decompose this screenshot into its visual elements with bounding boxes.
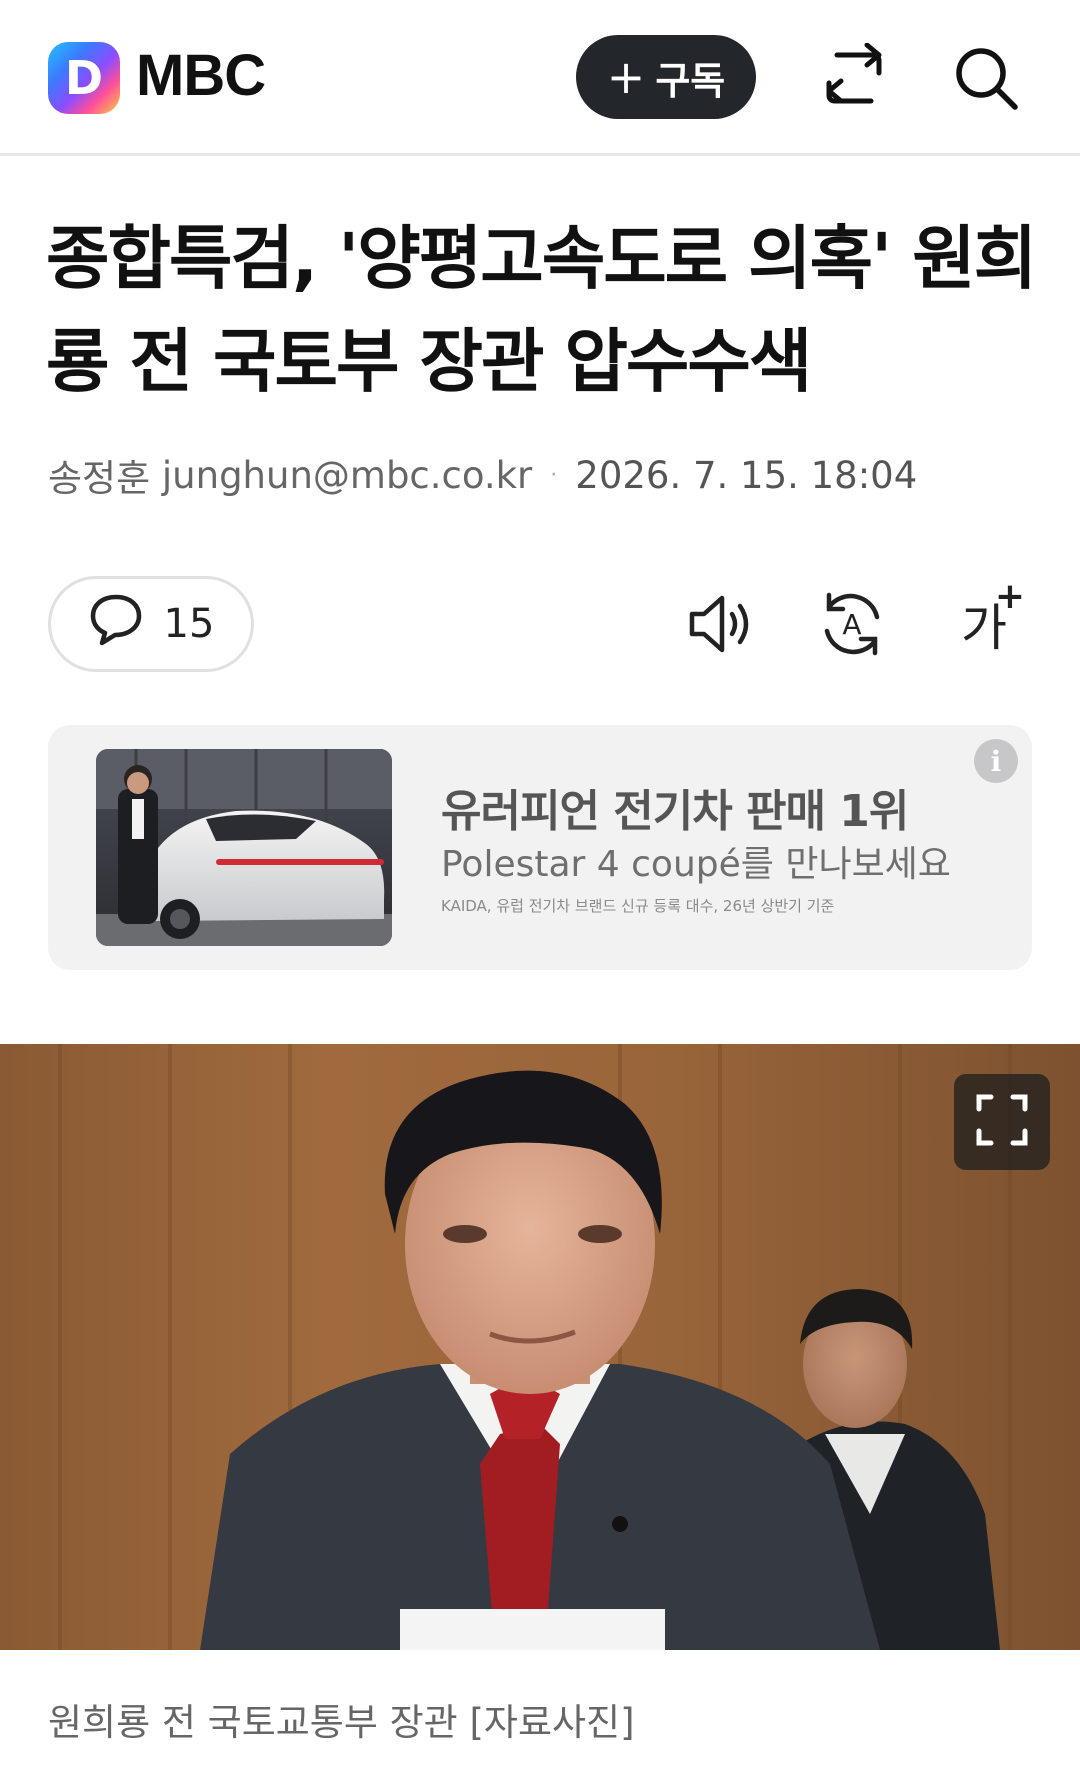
ad-banner[interactable]: 유러피언 전기차 판매 1위 Polestar 4 coupé를 만나보세요 K… (48, 725, 1032, 970)
photo-caption: 원희룡 전 국토교통부 장관 [자료사진] (48, 1701, 635, 1744)
share-icon[interactable] (816, 40, 892, 116)
translate-letter: A (842, 608, 861, 641)
font-size-button[interactable]: 가 + (944, 576, 1025, 664)
byline-separator: · (550, 462, 558, 488)
font-size-icon: 가 + (961, 576, 1025, 660)
fullscreen-button[interactable] (954, 1074, 1050, 1170)
comment-button[interactable]: 15 (48, 576, 254, 672)
press-name[interactable]: MBC (136, 42, 266, 109)
ad-fineprint: KAIDA, 유럽 전기차 브랜드 신규 등록 대수, 26년 상반기 기준 (441, 897, 835, 915)
author-name[interactable]: 송정훈 (48, 448, 150, 502)
ad-headline: 유러피언 전기차 판매 1위 (441, 786, 909, 837)
search-icon[interactable] (948, 40, 1024, 116)
ad-info-icon[interactable]: i (974, 739, 1018, 783)
subscribe-button[interactable]: + 구독 (576, 35, 756, 119)
ad-car-image (96, 749, 392, 946)
article-photo[interactable] (0, 1044, 1080, 1650)
subscribe-label: 구독 (655, 58, 726, 103)
comment-icon (88, 591, 144, 657)
ad-subline: Polestar 4 coupé를 만나보세요 (441, 844, 951, 885)
daum-logo[interactable]: D (48, 42, 120, 114)
publish-date: 2026. 7. 15. 18:04 (575, 453, 918, 497)
byline: 송정훈 junghun@mbc.co.kr · 2026. 7. 15. 18:… (48, 448, 917, 502)
comment-count: 15 (163, 601, 215, 647)
speaker-icon[interactable] (680, 584, 760, 664)
author-email[interactable]: junghun@mbc.co.kr (162, 454, 532, 497)
auto-translate-icon[interactable]: A (812, 584, 892, 664)
fullscreen-icon (975, 1093, 1029, 1151)
plus-icon: + (606, 50, 646, 104)
logo-letter: D (64, 51, 104, 105)
article-title: 종합특검, '양평고속도로 의혹' 원희룡 전 국토부 장관 압수수색 (46, 219, 1037, 402)
top-header: D MBC + 구독 (0, 0, 1080, 156)
font-size-plus: + (994, 576, 1025, 617)
